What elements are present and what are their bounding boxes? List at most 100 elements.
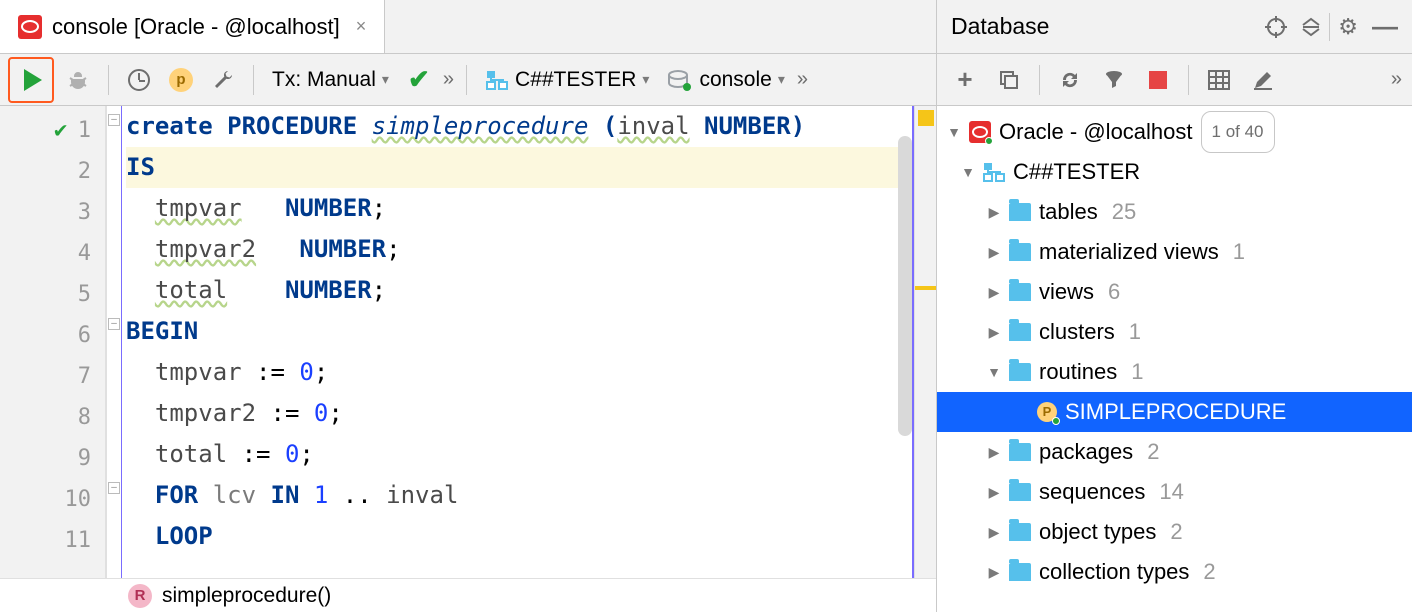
expand-arrow-icon[interactable]: [947, 112, 961, 152]
expand-arrow-icon[interactable]: [987, 272, 1001, 312]
fold-column[interactable]: – – –: [106, 106, 122, 578]
gutter-line: 11: [0, 520, 105, 561]
run-button[interactable]: [8, 57, 54, 103]
refresh-button[interactable]: [1052, 62, 1088, 98]
fold-toggle[interactable]: –: [108, 482, 120, 494]
schema-icon: [485, 69, 509, 91]
expand-arrow-icon[interactable]: [987, 432, 1001, 472]
session-name: console: [699, 68, 771, 92]
tree-routine[interactable]: PSIMPLEPROCEDURE: [937, 392, 1412, 432]
folder-label: clusters: [1039, 312, 1115, 352]
session-selector[interactable]: console ▾: [661, 68, 790, 92]
settings-button[interactable]: [205, 62, 241, 98]
close-tab-icon[interactable]: ×: [356, 16, 367, 37]
target-icon[interactable]: [1265, 16, 1287, 38]
folder-count: 14: [1159, 472, 1183, 512]
oracle-icon: [969, 121, 991, 143]
tree-folder-clusters[interactable]: clusters 1: [937, 312, 1412, 352]
history-button[interactable]: [121, 62, 157, 98]
tree-folder-packages[interactable]: packages2: [937, 432, 1412, 472]
code-line[interactable]: total := 0;: [126, 434, 912, 475]
folder-label: views: [1039, 272, 1094, 312]
code-editor[interactable]: 1✔234567891011 – – – create PROCEDURE si…: [0, 106, 936, 578]
edit-button[interactable]: [1245, 62, 1281, 98]
tree-folder-views[interactable]: views 6: [937, 272, 1412, 312]
folder-icon: [1009, 203, 1031, 221]
folder-count: 25: [1112, 192, 1136, 232]
tree-folder-sequences[interactable]: sequences14: [937, 472, 1412, 512]
code-line[interactable]: BEGIN: [126, 311, 912, 352]
gutter-line: 6: [0, 315, 105, 356]
code-line[interactable]: FOR lcv IN 1 .. inval: [126, 475, 912, 516]
database-tree[interactable]: Oracle - @localhost 1 of 40C##TESTERtabl…: [937, 106, 1412, 612]
code-line[interactable]: tmpvar NUMBER;: [126, 188, 912, 229]
filter-button[interactable]: [1096, 62, 1132, 98]
tree-folder-tables[interactable]: tables25: [937, 192, 1412, 232]
fold-toggle[interactable]: –: [108, 318, 120, 330]
scrollbar-thumb[interactable]: [898, 136, 912, 436]
commit-button[interactable]: ✔: [401, 62, 437, 98]
minimize-icon[interactable]: —: [1372, 11, 1398, 42]
chevron-down-icon: ▾: [382, 71, 389, 88]
duplicate-button[interactable]: [991, 62, 1027, 98]
code-line[interactable]: tmpvar := 0;: [126, 352, 912, 393]
folder-icon: [1009, 243, 1031, 261]
more-actions-button[interactable]: »: [443, 68, 454, 91]
marker-strip[interactable]: [914, 106, 936, 578]
expand-arrow-icon[interactable]: [987, 312, 1001, 352]
breadcrumb-item[interactable]: simpleprocedure(): [162, 584, 331, 608]
procedure-button[interactable]: p: [163, 62, 199, 98]
code-line[interactable]: tmpvar2 NUMBER;: [126, 229, 912, 270]
gutter-line: 4: [0, 233, 105, 274]
marker[interactable]: [915, 286, 936, 290]
folder-icon: [1009, 323, 1031, 341]
expand-arrow-icon[interactable]: [987, 232, 1001, 272]
folder-count: 1: [1233, 232, 1245, 272]
stop-button[interactable]: [1140, 62, 1176, 98]
expand-arrow-icon[interactable]: [961, 152, 975, 192]
routine-icon: R: [128, 584, 152, 608]
fold-toggle[interactable]: –: [108, 114, 120, 126]
tx-mode-selector[interactable]: Tx: Manual ▾: [266, 68, 395, 92]
folder-label: collection types: [1039, 552, 1189, 592]
tree-schema[interactable]: C##TESTER: [937, 152, 1412, 192]
procedure-icon: P: [1037, 402, 1057, 422]
gutter-line: 10: [0, 479, 105, 520]
table-view-button[interactable]: [1201, 62, 1237, 98]
expand-arrow-icon[interactable]: [987, 472, 1001, 512]
collapse-icon[interactable]: [1301, 17, 1321, 37]
code-line[interactable]: tmpvar2 := 0;: [126, 393, 912, 434]
breadcrumb: R simpleprocedure(): [0, 578, 936, 612]
console-toolbar: p Tx: Manual ▾ ✔ » C##TESTER ▾ console ▾…: [0, 54, 936, 106]
code-line[interactable]: total NUMBER;: [126, 270, 912, 311]
code-line[interactable]: LOOP: [126, 516, 912, 557]
tx-label-text: Tx: Manual: [272, 68, 376, 92]
debug-button[interactable]: [60, 62, 96, 98]
chevron-down-icon: ▾: [642, 71, 649, 88]
schema-selector[interactable]: C##TESTER ▾: [479, 68, 655, 92]
folder-label: object types: [1039, 512, 1156, 552]
tree-folder-object-types[interactable]: object types2: [937, 512, 1412, 552]
tree-folder-materialized-views[interactable]: materialized views1: [937, 232, 1412, 272]
expand-arrow-icon[interactable]: [987, 192, 1001, 232]
p-icon: p: [169, 68, 193, 92]
more-button[interactable]: »: [1391, 68, 1402, 91]
tree-folder-collection-types[interactable]: collection types2: [937, 552, 1412, 592]
expand-arrow-icon[interactable]: [987, 352, 1001, 392]
editor-tab[interactable]: console [Oracle - @localhost] ×: [0, 0, 385, 53]
folder-count: 1: [1129, 312, 1141, 352]
more-button[interactable]: »: [797, 68, 808, 91]
code-line[interactable]: create PROCEDURE simpleprocedure (inval …: [126, 106, 912, 147]
gear-icon[interactable]: ⚙: [1338, 14, 1358, 40]
folder-count: 6: [1108, 272, 1120, 312]
clock-icon: [128, 69, 150, 91]
gutter-line: 7: [0, 356, 105, 397]
code-line[interactable]: IS: [126, 147, 912, 188]
tree-datasource[interactable]: Oracle - @localhost 1 of 40: [937, 112, 1412, 152]
expand-arrow-icon[interactable]: [987, 512, 1001, 552]
tree-folder-routines[interactable]: routines1: [937, 352, 1412, 392]
code-area[interactable]: create PROCEDURE simpleprocedure (inval …: [122, 106, 914, 578]
editor-tab-bar: console [Oracle - @localhost] ×: [0, 0, 936, 54]
expand-arrow-icon[interactable]: [987, 552, 1001, 592]
add-datasource-button[interactable]: +: [947, 62, 983, 98]
